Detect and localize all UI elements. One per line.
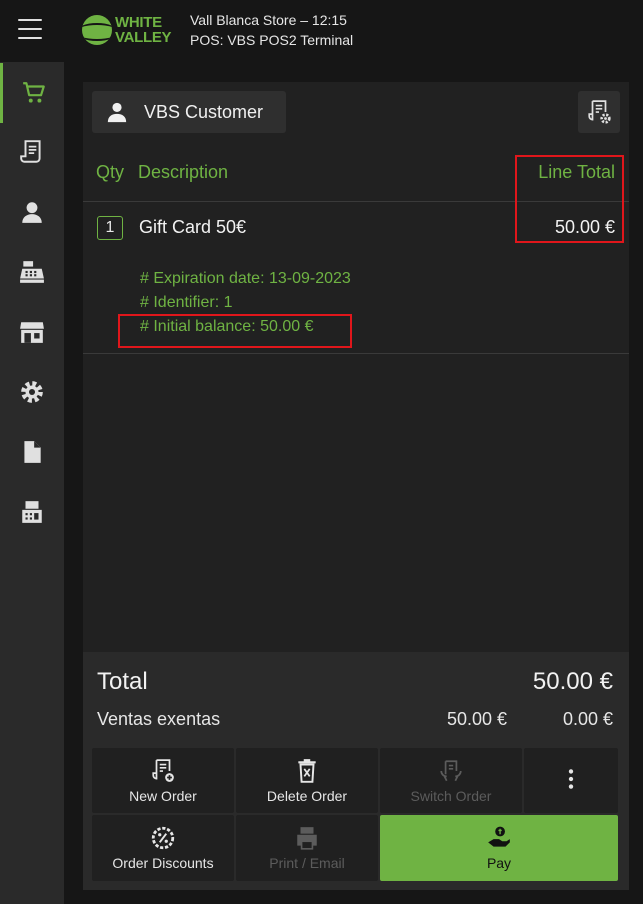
discount-icon bbox=[151, 826, 175, 850]
customer-name: VBS Customer bbox=[144, 101, 264, 122]
cash-register-icon bbox=[20, 261, 44, 283]
sidebar bbox=[0, 62, 64, 904]
sidebar-item-customers[interactable] bbox=[0, 182, 64, 242]
pay-hand-coin-icon bbox=[488, 826, 510, 847]
new-order-icon bbox=[152, 758, 174, 782]
line-attribute-expiration: # Expiration date: 13-09-2023 bbox=[140, 270, 351, 287]
total-label: Total bbox=[97, 668, 148, 695]
logo-ball-icon bbox=[82, 15, 112, 45]
user-icon bbox=[22, 202, 42, 223]
delete-order-button[interactable]: Delete Order bbox=[236, 748, 378, 813]
store-icon bbox=[20, 322, 44, 343]
switch-order-button[interactable]: Switch Order bbox=[380, 748, 522, 813]
terminal-line: POS: VBS POS2 Terminal bbox=[190, 32, 354, 48]
sidebar-item-receipts[interactable] bbox=[0, 122, 64, 182]
sidebar-item-printer[interactable] bbox=[0, 482, 64, 542]
receipt-icon bbox=[20, 140, 41, 163]
receipt-settings-button[interactable] bbox=[578, 91, 620, 133]
sidebar-item-cash[interactable] bbox=[0, 242, 64, 302]
sidebar-item-settings[interactable] bbox=[0, 362, 64, 422]
logo: WHITE VALLEY bbox=[82, 13, 172, 47]
logo-text: WHITE VALLEY bbox=[115, 14, 172, 46]
pay-button[interactable]: Pay bbox=[380, 815, 618, 881]
gear-icon bbox=[21, 381, 43, 403]
user-icon bbox=[107, 102, 127, 123]
print-icon bbox=[297, 827, 317, 850]
order-discounts-button[interactable]: Order Discounts bbox=[92, 815, 234, 881]
cart-icon bbox=[22, 82, 45, 103]
tax-name: Ventas exentas bbox=[97, 709, 221, 729]
more-vertical-icon bbox=[568, 768, 574, 789]
highlight-box-line-total bbox=[515, 155, 624, 243]
store-line: Vall Blanca Store – 12:15 bbox=[190, 12, 347, 28]
store-info: Vall Blanca Store – 12:15 POS: VBS POS2 … bbox=[190, 10, 353, 50]
switch-order-icon bbox=[440, 759, 462, 781]
print-email-button[interactable]: Print / Email bbox=[236, 815, 378, 881]
fax-icon bbox=[22, 501, 42, 523]
receipt-settings-icon bbox=[588, 100, 611, 124]
divider bbox=[83, 353, 629, 354]
order-panel: VBS Customer Qty Description Line Total … bbox=[83, 82, 629, 890]
sidebar-item-ticket[interactable] bbox=[0, 63, 64, 123]
tax-base: 50.00 € bbox=[446, 709, 507, 729]
sidebar-item-documents[interactable] bbox=[0, 422, 64, 482]
line-attribute-identifier: # Identifier: 1 bbox=[140, 294, 233, 311]
new-order-button[interactable]: New Order bbox=[92, 748, 234, 813]
sidebar-item-store[interactable] bbox=[0, 302, 64, 362]
customer-button[interactable]: VBS Customer bbox=[92, 91, 286, 133]
top-bar: WHITE VALLEY Vall Blanca Store – 12:15 P… bbox=[0, 0, 643, 62]
total-value: 50.00 € bbox=[532, 668, 613, 695]
menu-icon[interactable] bbox=[18, 19, 42, 39]
document-icon bbox=[24, 441, 41, 463]
more-options-button[interactable] bbox=[524, 748, 618, 813]
highlight-box-initial-balance bbox=[118, 314, 352, 348]
tax-amount: 0.00 € bbox=[562, 709, 613, 729]
column-header-qty: Qty bbox=[96, 162, 125, 182]
line-qty: 1 bbox=[97, 216, 123, 240]
column-header-description: Description bbox=[138, 162, 229, 182]
line-description: Gift Card 50€ bbox=[139, 217, 247, 237]
totals-area: Total 50.00 € Ventas exentas 50.00 € 0.0… bbox=[83, 652, 629, 890]
trash-icon bbox=[298, 758, 316, 783]
